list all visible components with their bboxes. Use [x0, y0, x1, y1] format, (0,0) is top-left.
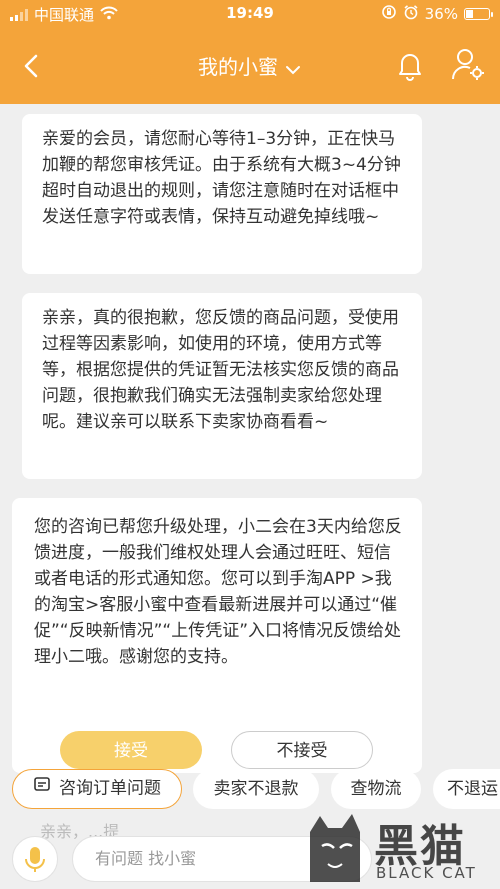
order-icon: [33, 770, 51, 807]
quick-reply-order-question[interactable]: 咨询订单问题: [12, 769, 182, 809]
quick-reply-no-return[interactable]: 不退运: [433, 769, 500, 809]
quick-reply-no-refund[interactable]: 卖家不退款: [193, 769, 319, 809]
message-bubble: 亲爱的会员，请您耐心等待1–3分钟，正在快马加鞭的帮您审核凭证。由于系统有大概3…: [22, 114, 422, 274]
microphone-icon: [25, 847, 45, 872]
message-bubble: 亲亲，真的很抱歉，您反馈的商品问题，受使用过程等因素影响，如使用的环境，使用方式…: [22, 293, 422, 479]
chip-label: 咨询订单问题: [59, 778, 161, 799]
message-text: 亲亲，真的很抱歉，您反馈的商品问题，受使用过程等因素影响，如使用的环境，使用方式…: [42, 308, 399, 432]
quick-reply-logistics[interactable]: 查物流: [331, 769, 421, 809]
input-placeholder: 有问题 找小蜜: [95, 849, 197, 868]
voice-button[interactable]: [12, 836, 58, 882]
battery-icon: [464, 8, 493, 20]
status-right: 36%: [381, 4, 493, 24]
chip-label: 卖家不退款: [213, 779, 299, 799]
rotation-lock-icon: [381, 4, 397, 24]
status-bar: 中国联通 19:49 36%: [0, 0, 500, 28]
chevron-down-icon: [284, 57, 302, 81]
chip-label: 查物流: [350, 779, 402, 799]
page-title: 我的小蜜: [198, 55, 278, 79]
cat-logo-icon: [310, 814, 360, 882]
user-settings-icon[interactable]: [450, 46, 486, 82]
quick-reply-bar: 咨询订单问题 卖家不退款 查物流 不退运: [0, 764, 500, 814]
message-text: 亲爱的会员，请您耐心等待1–3分钟，正在快马加鞭的帮您审核凭证。由于系统有大概3…: [42, 129, 401, 227]
alarm-icon: [403, 4, 419, 24]
chat-header: 我的小蜜: [0, 28, 500, 104]
chip-label: 不退运: [447, 779, 498, 799]
watermark-en: BLACK CAT: [376, 864, 477, 882]
battery-percent: 36%: [424, 5, 458, 23]
message-text: 您的咨询已帮您升级处理，小二会在3天内给您反馈进度，一般我们维权处理人会通过旺旺…: [34, 517, 402, 667]
bell-icon[interactable]: [394, 48, 426, 82]
black-cat-watermark: 黑猫 BLACK CAT: [304, 810, 494, 888]
